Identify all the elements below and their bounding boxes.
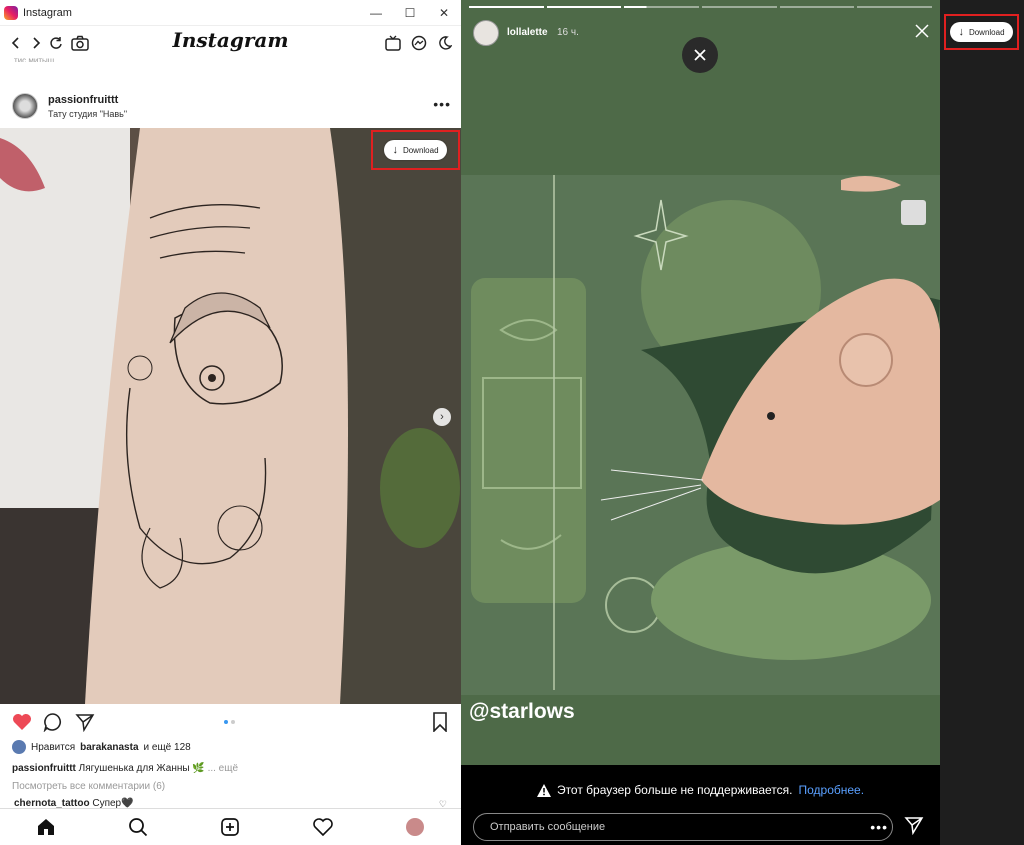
post-caption: passionfruittt Лягушенька для Жанны 🌿 ..…: [12, 763, 238, 774]
story-progress-segment: [546, 6, 622, 8]
post-username[interactable]: passionfruittt: [48, 94, 127, 106]
story-avatar[interactable]: [473, 20, 499, 46]
bottom-nav: [0, 808, 461, 845]
post-download-highlight: ↓ Download: [371, 130, 460, 170]
likes-line: Нравится barakanasta и ещё 128: [12, 740, 191, 754]
liker-avatar[interactable]: [12, 740, 26, 754]
tattoo-photo-image: [0, 128, 461, 704]
story-download-highlight: ↓ Download: [944, 14, 1019, 50]
close-button[interactable]: ✕: [427, 0, 461, 26]
comment-icon[interactable]: [43, 712, 63, 732]
story-progress: [469, 6, 933, 8]
notice-text: Этот браузер больше не поддерживается.: [556, 783, 793, 797]
messenger-icon[interactable]: [409, 33, 429, 53]
share-icon[interactable]: [75, 712, 95, 732]
post-location[interactable]: Тату студия "Навь": [48, 109, 127, 119]
story-close-icon[interactable]: [912, 21, 932, 41]
instagram-app-window: Instagram — ☐ ✕ Instagram тис митыщ pass…: [0, 0, 461, 845]
carousel-dot-active: [224, 720, 228, 724]
send-message-input[interactable]: Отправить сообщение: [473, 813, 893, 841]
story-download-label: Download: [968, 27, 1005, 37]
window-title: Instagram: [23, 6, 72, 19]
story-progress-segment: [624, 6, 700, 8]
reload-icon[interactable]: [46, 33, 66, 53]
profile-avatar-icon[interactable]: [404, 816, 426, 838]
maximize-button[interactable]: ☐: [393, 0, 427, 26]
story-mention[interactable]: @starlows: [469, 700, 575, 724]
post-user-info: passionfruittt Тату студия "Навь": [48, 94, 127, 119]
screen: Instagram — ☐ ✕ Instagram тис митыщ pass…: [0, 0, 1024, 845]
viewer-side-panel: ↓ Download: [940, 0, 1024, 845]
post-avatar[interactable]: [12, 93, 38, 119]
story-artwork-image: [461, 0, 940, 765]
dark-mode-icon[interactable]: [435, 33, 455, 53]
back-icon[interactable]: [6, 33, 26, 53]
likes-user[interactable]: barakanasta: [80, 742, 138, 753]
story-frame[interactable]: lollalette 16 ч. @starlows: [461, 0, 940, 765]
story-download-button[interactable]: ↓ Download: [950, 22, 1013, 42]
story-progress-segment: [857, 6, 933, 8]
forward-icon[interactable]: [26, 33, 46, 53]
post-download-label: Download: [402, 145, 439, 155]
carousel-indicator: [224, 720, 235, 724]
activity-heart-icon[interactable]: [312, 816, 334, 838]
app-navbar: Instagram: [0, 26, 461, 60]
carousel-dot: [231, 720, 235, 724]
new-post-icon[interactable]: [219, 816, 241, 838]
igtv-icon[interactable]: [383, 33, 403, 53]
minimize-button[interactable]: —: [359, 0, 393, 26]
instagram-app-icon: [4, 5, 18, 20]
window-titlebar: Instagram — ☐ ✕: [0, 0, 461, 26]
warning-icon: [536, 783, 551, 797]
story-progress-segment: [469, 6, 544, 8]
story-reply-bar: Отправить сообщение •••: [461, 813, 940, 845]
notice-learn-more-link[interactable]: Подробнее.: [798, 783, 864, 797]
story-time: 16 ч.: [557, 27, 579, 38]
send-icon[interactable]: [904, 815, 924, 836]
caption-user[interactable]: passionfruittt: [12, 763, 76, 774]
caption-more-link[interactable]: ... ещё: [208, 763, 238, 774]
download-arrow-icon: ↓: [392, 144, 398, 156]
search-icon[interactable]: [127, 816, 149, 838]
post-header: passionfruittt Тату студия "Навь" •••: [0, 84, 461, 128]
save-bookmark-icon[interactable]: [430, 712, 450, 732]
story-more-options-icon[interactable]: •••: [870, 819, 888, 835]
likes-suffix[interactable]: и ещё 128: [144, 742, 191, 753]
camera-icon[interactable]: [70, 33, 90, 53]
nav-right-icons: [383, 33, 455, 53]
clipped-text: тис митыщ: [14, 56, 55, 62]
view-all-comments-link[interactable]: Посмотреть все комментарии (6): [12, 781, 165, 792]
caption-text: Лягушенька для Жанны 🌿: [78, 763, 205, 774]
story-progress-segment: [779, 6, 855, 8]
post-actions: [0, 704, 461, 740]
story-username[interactable]: lollalette: [507, 27, 548, 38]
close-viewer-button[interactable]: [682, 37, 718, 73]
download-arrow-icon: ↓: [958, 26, 964, 38]
story-progress-segment: [702, 6, 777, 8]
post-photo[interactable]: › ↓ Download: [0, 128, 461, 704]
likes-prefix: Нравится: [31, 741, 76, 753]
browser-unsupported-notice: Этот браузер больше не поддерживается. П…: [461, 765, 940, 815]
post-download-button[interactable]: ↓ Download: [384, 140, 447, 160]
story-viewer: lollalette 16 ч. @starlows Этот браузер …: [461, 0, 1024, 845]
post-options-icon[interactable]: •••: [433, 96, 451, 112]
next-photo-icon[interactable]: ›: [433, 408, 451, 426]
like-heart-icon[interactable]: [12, 712, 32, 732]
home-icon[interactable]: [35, 816, 57, 838]
